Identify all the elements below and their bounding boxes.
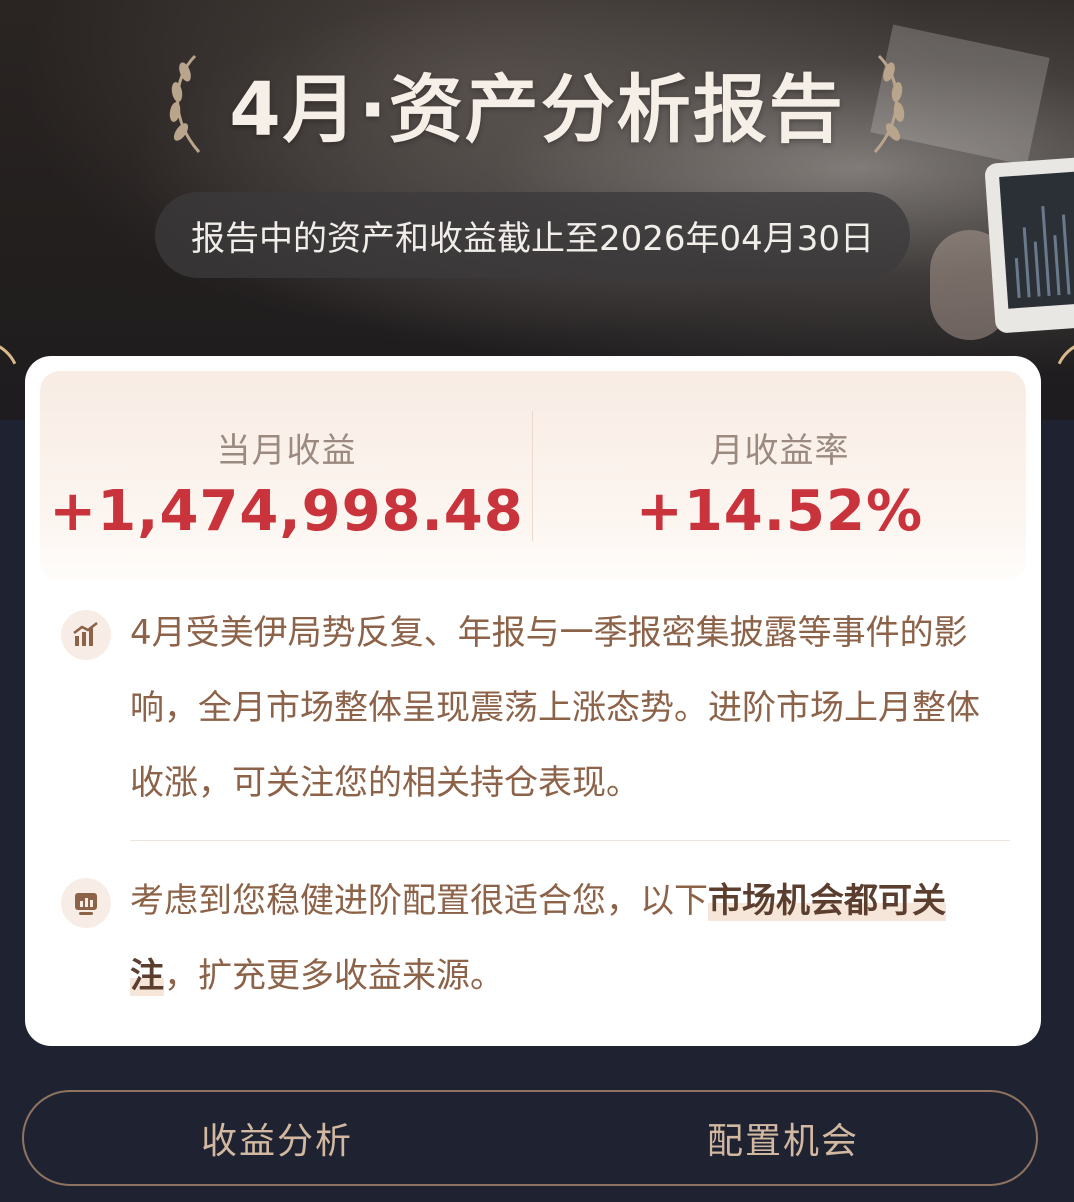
monthly-income-value: +1,474,998.48	[49, 479, 524, 544]
stats-panel: 当月收益 +1,474,998.48 月收益率 +14.52%	[40, 371, 1026, 581]
presentation-board-icon	[61, 878, 111, 928]
bottom-tab-bar: 收益分析 配置机会	[22, 1090, 1038, 1186]
laurel-left-icon	[159, 48, 207, 158]
title-row: 4月·资产分析报告	[0, 48, 1074, 158]
tab-income-analysis[interactable]: 收益分析	[24, 1092, 530, 1184]
advice-text: 考虑到您稳健进阶配置很适合您，以下市场机会都可关注，扩充更多收益来源。	[130, 864, 1010, 1014]
bar-chart-icon	[61, 610, 111, 660]
monthly-return-stat[interactable]: 月收益率 +14.52%	[533, 371, 1026, 581]
monthly-return-label: 月收益率	[709, 431, 850, 471]
tab-allocation-opportunity[interactable]: 配置机会	[530, 1092, 1036, 1184]
monthly-income-stat[interactable]: 当月收益 +1,474,998.48	[40, 371, 533, 581]
background-tablet-decoration	[984, 156, 1074, 334]
page-title: 4月·资产分析报告	[229, 66, 845, 153]
gold-arc-right-decoration	[1042, 328, 1074, 420]
report-date-note: 报告中的资产和收益截止至2026年04月30日	[155, 192, 910, 278]
laurel-right-icon	[867, 48, 915, 158]
report-card: 当月收益 +1,474,998.48 月收益率 +14.52% 4月受美伊局势反…	[25, 356, 1041, 1046]
advice-suffix: ，扩充更多收益来源。	[164, 956, 504, 996]
monthly-income-label: 当月收益	[216, 431, 357, 471]
monthly-return-value: +14.52%	[635, 479, 924, 544]
market-summary-text: 4月受美伊局势反复、年报与一季报密集披露等事件的影响，全月市场整体呈现震荡上涨态…	[130, 613, 980, 803]
advice-prefix: 考虑到您稳健进阶配置很适合您，以下	[130, 881, 708, 921]
insight-divider	[130, 840, 1010, 841]
